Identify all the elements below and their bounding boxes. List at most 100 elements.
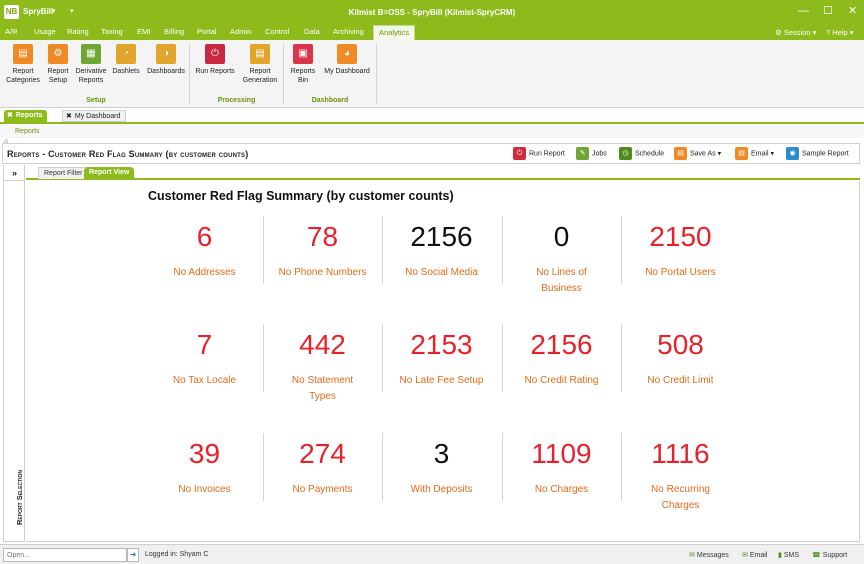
doc-tab-reports-label: Reports <box>15 112 43 119</box>
tab-portal[interactable]: Portal <box>197 27 217 36</box>
metric-label: No Invoices <box>178 484 231 495</box>
session-menu[interactable]: ⚙ Session ▾ <box>775 28 816 37</box>
maximize-button[interactable]: ☐ <box>823 5 833 17</box>
tab-emi[interactable]: EMI <box>137 27 150 36</box>
document-tabs: ✖ Reports ✖ My Dashboard <box>0 108 864 124</box>
metric-no-lines-of-business[interactable]: 0 No Lines of Business <box>502 221 621 297</box>
dashboards-label: Dashboards <box>147 68 185 75</box>
my-dashboard-button[interactable]: ◕ My Dashboard <box>322 44 372 76</box>
metric-no-statement-types[interactable]: 442 No Statement Types <box>263 329 382 405</box>
page-title: Reports - Customer Red Flag Summary (by … <box>7 149 249 159</box>
metric-label: No Recurring Charges <box>651 484 710 511</box>
metric-value: 3 <box>433 438 450 469</box>
tab-billing[interactable]: Billing <box>164 27 184 36</box>
email-label: Email <box>751 150 769 158</box>
logged-in-user: Logged in: Shyam C <box>145 551 209 558</box>
minimize-button[interactable]: — <box>798 5 809 17</box>
run-reports-icon: ⏻ <box>205 44 225 64</box>
jobs-button[interactable]: ✎ Jobs <box>576 147 607 161</box>
metric-label: With Deposits <box>410 484 473 495</box>
status-bar: ➜ Logged in: Shyam C ✉Messages ✉Email ▮S… <box>0 544 864 564</box>
metric-label: No Payments <box>292 484 353 495</box>
metric-value: 274 <box>299 438 346 469</box>
tab-archiving[interactable]: Archiving <box>333 27 364 36</box>
metric-no-tax-locale[interactable]: 7 No Tax Locale <box>145 329 264 389</box>
metric-no-recurring-charges[interactable]: 1116 No Recurring Charges <box>621 438 740 514</box>
power-icon: ⏻ <box>513 147 526 160</box>
metric-label: No Portal Users <box>645 267 716 278</box>
dashboards-button[interactable]: ◑ Dashboards <box>146 44 186 76</box>
doc-tab-reports[interactable]: ✖ Reports <box>4 110 48 122</box>
session-label: Session <box>783 28 811 37</box>
report-categories-button[interactable]: ▤ Report Categories <box>4 44 42 85</box>
doc-tab-my-dashboard[interactable]: ✖ My Dashboard <box>62 110 127 123</box>
go-arrow-icon[interactable]: ➜ <box>127 548 139 562</box>
tab-control[interactable]: Control <box>265 27 289 36</box>
tab-data[interactable]: Data <box>304 27 320 36</box>
sms-button[interactable]: ▮ SMS <box>778 551 799 559</box>
close-tab-icon[interactable]: ✖ <box>66 111 72 123</box>
messages-label: Messages <box>696 552 729 559</box>
report-generation-button[interactable]: ▤ Report Generation <box>240 44 280 85</box>
support-label: Support <box>822 552 848 559</box>
save-as-button[interactable]: ▤ Save As ▾ <box>674 147 721 161</box>
metric-value: 2150 <box>649 221 712 252</box>
tab-usage[interactable]: Usage <box>34 27 56 36</box>
doc-tab-my-dashboard-label: My Dashboard <box>74 113 121 120</box>
derivative-reports-button[interactable]: ▦ Derivative Reports <box>74 44 108 85</box>
metric-no-credit-rating[interactable]: 2156 No Credit Rating <box>502 329 621 389</box>
messages-icon: ✉ <box>689 552 695 559</box>
metric-no-payments[interactable]: 274 No Payments <box>263 438 382 498</box>
sms-icon: ▮ <box>778 552 782 559</box>
run-reports-button[interactable]: ⏻ Run Reports <box>194 44 236 76</box>
sample-report-button[interactable]: ◉ Sample Report <box>786 147 849 161</box>
ribbon: ▤ Report Categories ⚙ Report Setup ▦ Der… <box>0 40 864 108</box>
sample-report-label: Sample Report <box>802 150 849 158</box>
ribbon-separator <box>376 44 377 104</box>
help-menu[interactable]: ? Help ▾ <box>826 28 854 37</box>
tab-report-view[interactable]: Report View <box>84 167 135 179</box>
email-button[interactable]: ▤ Email ▾ <box>735 147 774 161</box>
tab-admin[interactable]: Admin <box>230 27 251 36</box>
expand-panel-button[interactable]: » <box>4 165 25 181</box>
reports-bin-icon: ▣ <box>293 44 313 64</box>
report-generation-icon: ▤ <box>250 44 270 64</box>
derivative-reports-icon: ▦ <box>81 44 101 64</box>
support-button[interactable]: ☎ Support <box>812 551 847 559</box>
report-selection-label[interactable]: Report Selection <box>15 470 24 525</box>
tab-rating[interactable]: Rating <box>67 27 89 36</box>
close-tab-icon[interactable]: ✖ <box>7 110 13 122</box>
tab-ar[interactable]: A/R <box>5 27 18 36</box>
page-header: Reports - Customer Red Flag Summary (by … <box>2 143 860 164</box>
metric-no-credit-limit[interactable]: 508 No Credit Limit <box>621 329 740 389</box>
breadcrumb-reports[interactable]: Reports <box>15 128 40 135</box>
metric-with-deposits[interactable]: 3 With Deposits <box>382 438 501 498</box>
metric-no-addresses[interactable]: 6 No Addresses <box>145 221 264 281</box>
derivative-reports-label: Derivative Reports <box>75 68 107 84</box>
tab-taxing[interactable]: Taxing <box>101 27 123 36</box>
save-as-label: Save As <box>690 150 716 158</box>
metric-value: 0 <box>553 221 570 252</box>
close-button[interactable]: ✕ <box>848 5 857 17</box>
open-input[interactable] <box>3 548 127 562</box>
jobs-label: Jobs <box>592 150 607 158</box>
metric-value: 508 <box>657 329 704 360</box>
metric-no-late-fee-setup[interactable]: 2153 No Late Fee Setup <box>382 329 501 389</box>
email-status-button[interactable]: ✉ Email <box>742 551 767 559</box>
metric-no-portal-users[interactable]: 2150 No Portal Users <box>621 221 740 281</box>
metric-no-invoices[interactable]: 39 No Invoices <box>145 438 264 498</box>
metric-no-charges[interactable]: 1109 No Charges <box>502 438 621 498</box>
run-reports-label: Run Reports <box>195 68 235 75</box>
metric-label: No Tax Locale <box>172 375 237 386</box>
metric-label: No Late Fee Setup <box>399 375 484 386</box>
report-setup-button[interactable]: ⚙ Report Setup <box>44 44 72 85</box>
reports-bin-button[interactable]: ▣ Reports Bin <box>288 44 318 85</box>
tab-report-filter[interactable]: Report Filter <box>38 167 89 179</box>
run-report-button[interactable]: ⏻ Run Report <box>513 147 565 161</box>
dashlets-button[interactable]: ◔ Dashlets <box>111 44 141 76</box>
tab-analytics[interactable]: Analytics <box>373 25 416 40</box>
schedule-button[interactable]: ◷ Schedule <box>619 147 664 161</box>
metric-no-phone-numbers[interactable]: 78 No Phone Numbers <box>263 221 382 281</box>
messages-button[interactable]: ✉ Messages <box>689 551 729 559</box>
metric-no-social-media[interactable]: 2156 No Social Media <box>382 221 501 281</box>
